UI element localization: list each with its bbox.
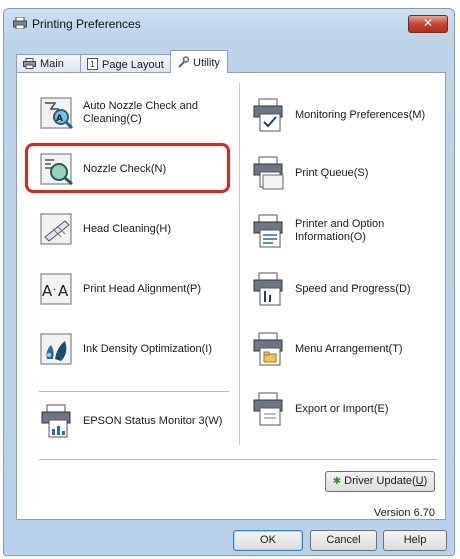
export-import-icon	[251, 391, 287, 427]
ink-density-icon	[39, 331, 75, 367]
printing-preferences-window: Printing Preferences ✕ Main 1 Page Layou…	[3, 8, 455, 556]
export-import-item[interactable]: Export or Import(E)	[251, 391, 389, 427]
tab-main-label: Main	[40, 58, 64, 70]
left-separator	[39, 391, 229, 392]
print-queue-label: Print Queue(S)	[295, 166, 369, 179]
printer-icon	[13, 17, 27, 29]
window-title: Printing Preferences	[32, 17, 141, 31]
svg-text:·: ·	[53, 285, 56, 296]
page-icon: 1	[87, 58, 98, 70]
cancel-button[interactable]: Cancel	[310, 530, 377, 551]
ink-density-label: Ink Density Optimization(I)	[83, 342, 212, 355]
print-queue-icon	[251, 155, 287, 191]
driver-update-icon: ✱	[332, 476, 342, 487]
help-button[interactable]: Help	[383, 530, 447, 551]
print-head-alignment-label: Print Head Alignment(P)	[83, 282, 201, 295]
driver-update-button[interactable]: ✱ Driver Update(U)	[325, 471, 435, 492]
title-bar[interactable]: Printing Preferences ✕	[4, 9, 454, 39]
auto-nozzle-check-icon: A	[39, 95, 75, 131]
svg-text:A: A	[42, 282, 53, 300]
tab-page-layout[interactable]: 1 Page Layout	[80, 54, 171, 72]
print-head-alignment-item[interactable]: A · A Print Head Alignment(P)	[39, 271, 201, 307]
menu-arrangement-label: Menu Arrangement(T)	[295, 342, 403, 355]
speed-progress-label: Speed and Progress(D)	[295, 282, 411, 295]
nozzle-check-highlight	[25, 143, 230, 193]
auto-nozzle-check-label: Auto Nozzle Check and Cleaning(C)	[83, 100, 198, 125]
column-divider	[239, 83, 240, 445]
head-cleaning-item[interactable]: Head Cleaning(H)	[39, 211, 171, 247]
auto-nozzle-check-item[interactable]: A Auto Nozzle Check and Cleaning(C)	[39, 95, 213, 131]
svg-text:1: 1	[90, 60, 95, 69]
printer-info-label: Printer and Option Information(O)	[295, 218, 385, 243]
speed-progress-item[interactable]: Speed and Progress(D)	[251, 271, 411, 307]
status-monitor-item[interactable]: EPSON Status Monitor 3(W)	[39, 403, 222, 439]
head-cleaning-label: Head Cleaning(H)	[83, 222, 172, 235]
driver-update-label: Driver Update(	[344, 475, 416, 487]
printer-info-icon	[251, 213, 287, 249]
speed-progress-icon	[251, 271, 287, 307]
tab-utility[interactable]: Utility	[170, 50, 228, 73]
driver-update-label-end: )	[423, 475, 428, 487]
monitoring-preferences-item[interactable]: Monitoring Preferences(M)	[251, 97, 425, 133]
ok-button[interactable]: OK	[233, 530, 303, 551]
printer-info-item[interactable]: Printer and Option Information(O)	[251, 213, 445, 249]
bottom-separator	[39, 459, 437, 460]
monitoring-preferences-icon	[251, 97, 287, 133]
printer-icon	[23, 58, 36, 69]
menu-arrangement-icon	[251, 331, 287, 367]
driver-update-accelerator: U	[415, 475, 424, 487]
tab-utility-label: Utility	[193, 57, 220, 69]
svg-text:A: A	[56, 114, 63, 124]
wrench-icon	[178, 56, 189, 68]
head-cleaning-icon	[39, 211, 75, 247]
utility-panel: A Auto Nozzle Check and Cleaning(C) Nozz…	[16, 72, 446, 520]
tab-main[interactable]: Main	[16, 54, 81, 72]
menu-arrangement-item[interactable]: Menu Arrangement(T)	[251, 331, 403, 367]
monitoring-preferences-label: Monitoring Preferences(M)	[295, 108, 426, 121]
status-monitor-label: EPSON Status Monitor 3(W)	[83, 414, 223, 427]
export-import-label: Export or Import(E)	[295, 402, 389, 415]
svg-text:A: A	[58, 282, 69, 300]
version-text: Version 6.70	[373, 507, 435, 519]
print-queue-item[interactable]: Print Queue(S)	[251, 155, 368, 191]
status-monitor-icon	[39, 403, 75, 439]
print-head-alignment-icon: A · A	[39, 271, 75, 307]
close-button[interactable]: ✕	[408, 15, 448, 33]
ink-density-item[interactable]: Ink Density Optimization(I)	[39, 331, 212, 367]
tab-page-layout-label: Page Layout	[102, 59, 164, 71]
